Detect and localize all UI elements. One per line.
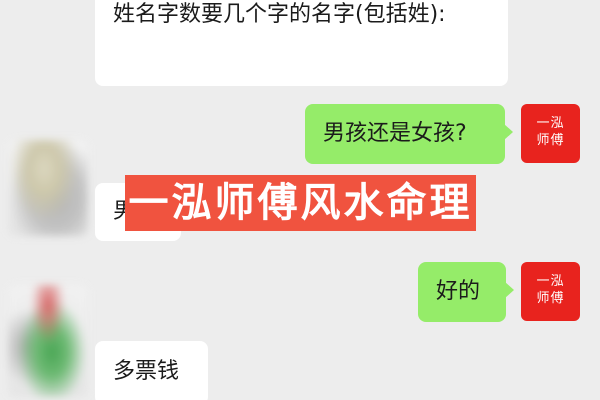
message-bubble-incoming[interactable]: 姓名字数要几个字的名字(包括姓): [95,0,508,86]
message-text: 姓名字数要几个字的名字(包括姓): [113,2,446,27]
contact-avatar[interactable] [8,285,88,397]
self-avatar[interactable]: 一泓 师傅 [521,262,580,321]
chat-window: 姓名字数要几个字的名字(包括姓): 男孩还是女孩? 一泓 师傅 男孩 好的 一泓… [0,0,600,400]
message-bubble-outgoing[interactable]: 好的 [418,262,514,322]
contact-avatar[interactable] [8,140,88,236]
self-avatar[interactable]: 一泓 师傅 [521,104,580,163]
message-bubble-outgoing[interactable]: 男孩还是女孩? [305,104,513,164]
avatar-text-line1: 一泓 [536,116,565,131]
avatar-text-line2: 师傅 [536,291,565,306]
avatar-text-line2: 师傅 [536,133,565,148]
message-text: 好的 [436,279,481,304]
message-bubble-incoming[interactable]: 多票钱 [95,341,208,400]
avatar-text-line1: 一泓 [536,274,565,289]
message-text: 男孩还是女孩? [323,121,467,146]
message-text: 多票钱 [113,359,180,384]
watermark-banner: 一泓师傅风水命理 [125,175,476,231]
